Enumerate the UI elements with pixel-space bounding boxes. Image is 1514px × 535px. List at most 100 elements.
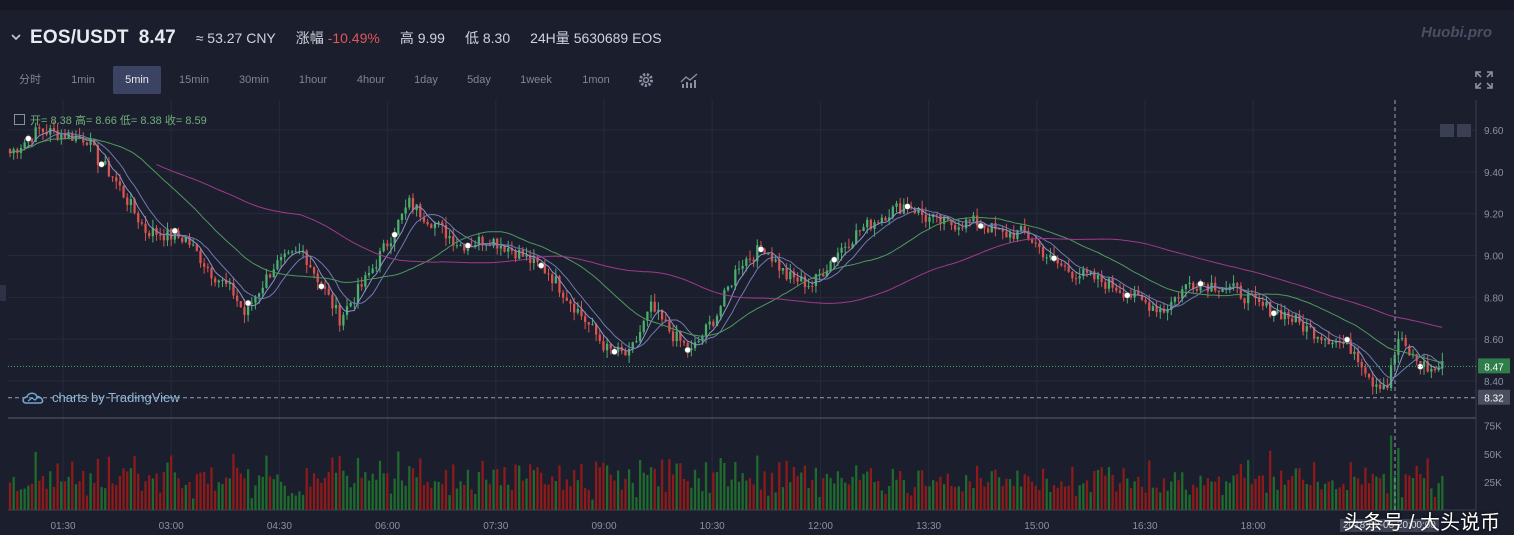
scale-button-b[interactable] <box>1457 124 1471 137</box>
volume-bar <box>312 473 316 510</box>
volume-bar <box>935 481 938 510</box>
candle <box>367 273 371 276</box>
volume-bar <box>488 483 492 510</box>
volume-bar <box>214 490 217 510</box>
volume-bar <box>151 478 155 510</box>
volume-bar <box>704 462 708 510</box>
volume-bar <box>983 486 986 510</box>
volume-bar <box>712 472 715 510</box>
volume-bar <box>1181 472 1184 510</box>
change-stat: 涨幅 -10.49% <box>296 28 380 48</box>
candle <box>181 237 184 242</box>
volume-bar <box>847 484 851 510</box>
volume-bar <box>1320 489 1323 510</box>
chevron-down-icon[interactable] <box>10 30 24 46</box>
candle <box>807 285 810 288</box>
volume-bar <box>1049 492 1052 510</box>
volume-bar <box>371 473 374 510</box>
candle <box>192 244 195 246</box>
volume-bar <box>939 476 942 510</box>
tf-5min[interactable]: 5min <box>113 66 161 94</box>
volume-bar <box>499 485 503 510</box>
volume-bar <box>763 471 766 510</box>
candle <box>331 294 334 309</box>
pair-selector[interactable]: EOS/USDT <box>30 27 129 49</box>
candle <box>1019 226 1023 231</box>
time-tick-label: 15:00 <box>1024 521 1049 532</box>
volume-bar <box>953 487 957 510</box>
volume-bar <box>503 467 506 510</box>
volume-bar <box>1217 476 1221 510</box>
price-chart[interactable]: 9.60 9.40 9.20 9.00 8.80 8.60 8.40 01:30 03:00 04… <box>0 100 1514 535</box>
volume-bar <box>686 481 689 510</box>
candle <box>726 286 730 291</box>
cny-price: ≈ 53.27 CNY <box>195 30 276 46</box>
signal-dot <box>98 160 105 168</box>
volume-bar <box>649 467 653 510</box>
volume-bar <box>93 482 96 510</box>
volume-bar <box>122 468 125 510</box>
fullscreen-icon[interactable] <box>1474 70 1494 90</box>
volume-bar <box>1415 465 1418 510</box>
volume-bar <box>701 491 704 510</box>
volume-bar <box>1228 482 1232 510</box>
settings-gear-icon[interactable] <box>635 70 657 90</box>
candle <box>122 185 125 198</box>
volume-bar <box>1214 481 1217 510</box>
volume-bar <box>646 474 649 510</box>
volume-bar <box>195 474 198 510</box>
volume-bar <box>206 483 209 510</box>
tf-1mon[interactable]: 1mon <box>571 66 621 94</box>
candle <box>1382 385 1385 389</box>
tf-15min[interactable]: 15min <box>170 66 218 94</box>
volume-bar <box>382 473 385 510</box>
tf-line[interactable]: 分时 <box>8 66 52 94</box>
collapse-legend-icon[interactable] <box>14 114 25 125</box>
volume-bar <box>818 497 821 510</box>
tf-5day[interactable]: 5day <box>456 66 502 94</box>
candle <box>697 340 700 343</box>
volume-bar <box>1107 467 1111 510</box>
scale-button-a[interactable] <box>1440 124 1454 137</box>
volume-bar <box>569 486 572 510</box>
volume-bar <box>1338 487 1341 510</box>
candle <box>411 197 415 211</box>
candle <box>986 228 990 233</box>
volume-bar <box>884 494 887 510</box>
candle <box>1433 368 1437 371</box>
signal-dot <box>830 256 838 264</box>
tf-1week[interactable]: 1week <box>510 66 562 94</box>
volume-bar <box>452 464 455 510</box>
candle <box>745 258 748 266</box>
low-value: 8.30 <box>482 30 511 46</box>
tf-1hour[interactable]: 1hour <box>288 66 338 94</box>
volume-bar <box>155 473 158 510</box>
tf-1day[interactable]: 1day <box>404 66 448 94</box>
volume-bar <box>422 484 426 510</box>
candle <box>140 222 144 224</box>
volume-bar <box>1038 490 1041 510</box>
side-toggle[interactable] <box>0 285 6 301</box>
candle <box>953 225 957 230</box>
candle <box>448 236 451 239</box>
tf-1min[interactable]: 1min <box>60 66 106 94</box>
volume-bar <box>52 486 56 510</box>
tf-30min[interactable]: 30min <box>229 66 279 94</box>
volume-bar <box>796 475 799 510</box>
candle <box>972 215 975 222</box>
candle <box>279 257 283 261</box>
volume-bar <box>587 490 590 510</box>
candle <box>1188 282 1191 285</box>
candle <box>1404 338 1407 347</box>
volume-bar <box>129 468 133 510</box>
volume-bar <box>356 458 360 510</box>
tradingview-attribution[interactable]: charts by TradingView <box>22 390 180 405</box>
volume-bar <box>298 491 301 510</box>
indicators-icon[interactable] <box>679 70 701 90</box>
candle <box>426 221 429 225</box>
time-tick-label: 07:30 <box>483 521 508 532</box>
volume-bar <box>1258 475 1261 510</box>
candle <box>290 251 294 253</box>
signal-dot <box>391 231 398 239</box>
tf-4hour[interactable]: 4hour <box>346 66 396 94</box>
